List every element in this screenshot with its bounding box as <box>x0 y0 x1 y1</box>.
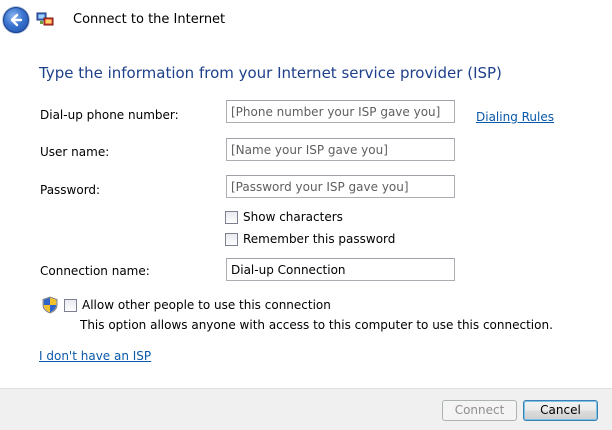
security-shield-icon <box>42 296 58 314</box>
phone-number-input[interactable] <box>226 100 455 123</box>
connection-name-input[interactable] <box>226 258 455 281</box>
allow-others-hint: This option allows anyone with access to… <box>80 318 553 332</box>
allow-others-option[interactable]: Allow other people to use this connectio… <box>64 298 331 312</box>
remember-password-option[interactable]: Remember this password <box>225 232 395 246</box>
show-characters-checkbox[interactable] <box>225 210 238 224</box>
username-input[interactable] <box>226 138 455 161</box>
remember-password-label: Remember this password <box>243 232 396 246</box>
cancel-button[interactable]: Cancel <box>523 400 598 421</box>
allow-others-checkbox[interactable] <box>64 298 77 312</box>
phone-label: Dial-up phone number: <box>40 108 179 122</box>
button-bar: Connect Cancel <box>0 388 612 430</box>
password-input[interactable] <box>226 175 455 198</box>
connect-button[interactable]: Connect <box>442 400 517 421</box>
connection-name-label: Connection name: <box>40 264 150 278</box>
no-isp-link[interactable]: I don't have an ISP <box>39 349 151 363</box>
username-label: User name: <box>40 145 110 159</box>
page-heading: Type the information from your Internet … <box>39 64 502 82</box>
allow-others-label: Allow other people to use this connectio… <box>82 298 331 312</box>
back-arrow-icon <box>10 13 23 27</box>
dialing-rules-link[interactable]: Dialing Rules <box>476 110 554 124</box>
title-bar: Connect to the Internet <box>0 0 612 40</box>
show-characters-option[interactable]: Show characters <box>225 210 343 224</box>
network-connection-icon <box>36 12 54 26</box>
back-button[interactable] <box>3 7 29 33</box>
show-characters-label: Show characters <box>243 210 343 224</box>
password-label: Password: <box>40 183 101 197</box>
remember-password-checkbox[interactable] <box>225 232 238 246</box>
window-title: Connect to the Internet <box>73 12 226 27</box>
